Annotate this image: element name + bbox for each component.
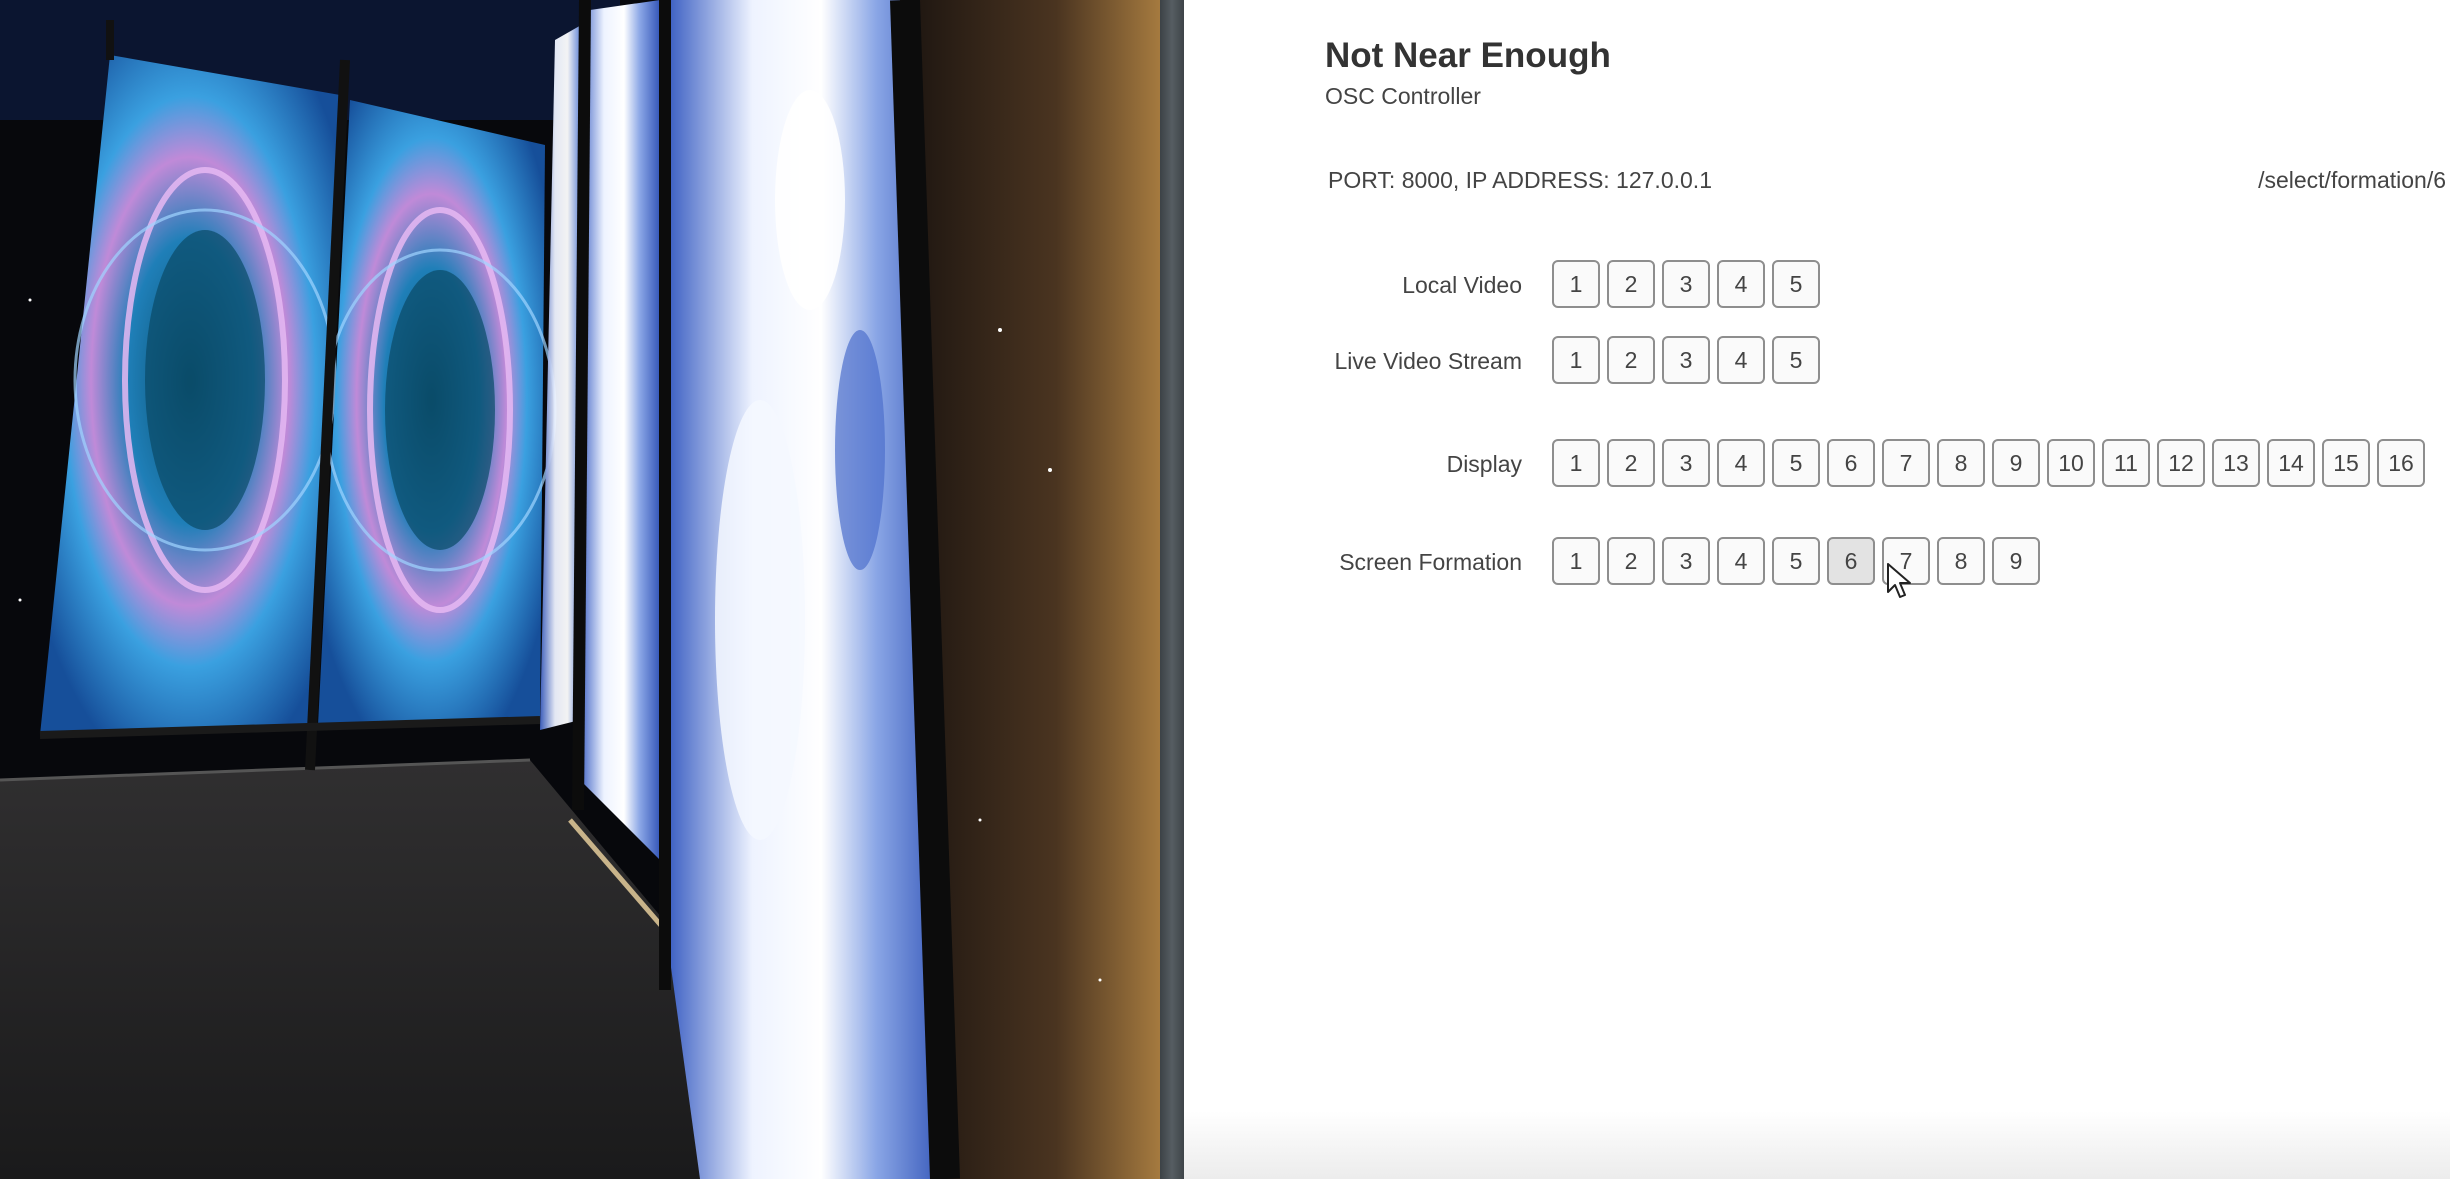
app-title: Not Near Enough <box>1325 36 1611 75</box>
live-video-stream-row: Live Video Stream 1 2 3 4 5 <box>1184 336 2450 386</box>
formation-button-5[interactable]: 5 <box>1772 537 1820 585</box>
display-button-8[interactable]: 8 <box>1937 439 1985 487</box>
display-button-12[interactable]: 12 <box>2157 439 2205 487</box>
osc-controller-panel: Not Near Enough OSC Controller PORT: 800… <box>1184 0 2450 1179</box>
display-button-14[interactable]: 14 <box>2267 439 2315 487</box>
display-row: Display 1 2 3 4 5 6 7 8 9 10 11 12 13 14… <box>1184 439 2450 489</box>
formation-button-3[interactable]: 3 <box>1662 537 1710 585</box>
connection-info: PORT: 8000, IP ADDRESS: 127.0.0.1 <box>1328 167 1712 193</box>
stage-preview-viewport[interactable] <box>0 0 1160 1179</box>
display-button-4[interactable]: 4 <box>1717 439 1765 487</box>
display-button-16[interactable]: 16 <box>2377 439 2425 487</box>
local-video-button-2[interactable]: 2 <box>1607 260 1655 308</box>
live-stream-button-5[interactable]: 5 <box>1772 336 1820 384</box>
local-video-button-5[interactable]: 5 <box>1772 260 1820 308</box>
live-stream-button-2[interactable]: 2 <box>1607 336 1655 384</box>
display-button-11[interactable]: 11 <box>2102 439 2150 487</box>
formation-button-4[interactable]: 4 <box>1717 537 1765 585</box>
display-button-10[interactable]: 10 <box>2047 439 2095 487</box>
live-stream-button-1[interactable]: 1 <box>1552 336 1600 384</box>
live-stream-button-4[interactable]: 4 <box>1717 336 1765 384</box>
local-video-label: Local Video <box>1402 272 1522 298</box>
formation-button-2[interactable]: 2 <box>1607 537 1655 585</box>
display-button-2[interactable]: 2 <box>1607 439 1655 487</box>
live-stream-button-3[interactable]: 3 <box>1662 336 1710 384</box>
local-video-button-1[interactable]: 1 <box>1552 260 1600 308</box>
display-button-3[interactable]: 3 <box>1662 439 1710 487</box>
display-button-7[interactable]: 7 <box>1882 439 1930 487</box>
stage-preview-render <box>0 0 1160 1179</box>
formation-button-6[interactable]: 6 <box>1827 537 1875 585</box>
display-button-9[interactable]: 9 <box>1992 439 2040 487</box>
display-button-6[interactable]: 6 <box>1827 439 1875 487</box>
display-button-15[interactable]: 15 <box>2322 439 2370 487</box>
live-video-stream-label: Live Video Stream <box>1334 348 1522 374</box>
display-button-13[interactable]: 13 <box>2212 439 2260 487</box>
local-video-row: Local Video 1 2 3 4 5 <box>1184 260 2450 310</box>
mouse-pointer-icon <box>1887 563 1911 598</box>
display-button-5[interactable]: 5 <box>1772 439 1820 487</box>
local-video-button-4[interactable]: 4 <box>1717 260 1765 308</box>
panel-bottom-edge <box>1184 1111 2450 1179</box>
formation-button-1[interactable]: 1 <box>1552 537 1600 585</box>
local-video-button-3[interactable]: 3 <box>1662 260 1710 308</box>
split-divider[interactable] <box>1160 0 1184 1179</box>
app-subtitle: OSC Controller <box>1325 83 1481 109</box>
formation-button-9[interactable]: 9 <box>1992 537 2040 585</box>
formation-button-8[interactable]: 8 <box>1937 537 1985 585</box>
screen-formation-row: Screen Formation 1 2 3 4 5 6 7 8 9 <box>1184 537 2450 587</box>
screen-formation-label: Screen Formation <box>1339 549 1522 575</box>
last-osc-message: /select/formation/6 <box>2258 167 2446 193</box>
display-button-1[interactable]: 1 <box>1552 439 1600 487</box>
display-label: Display <box>1446 451 1522 477</box>
